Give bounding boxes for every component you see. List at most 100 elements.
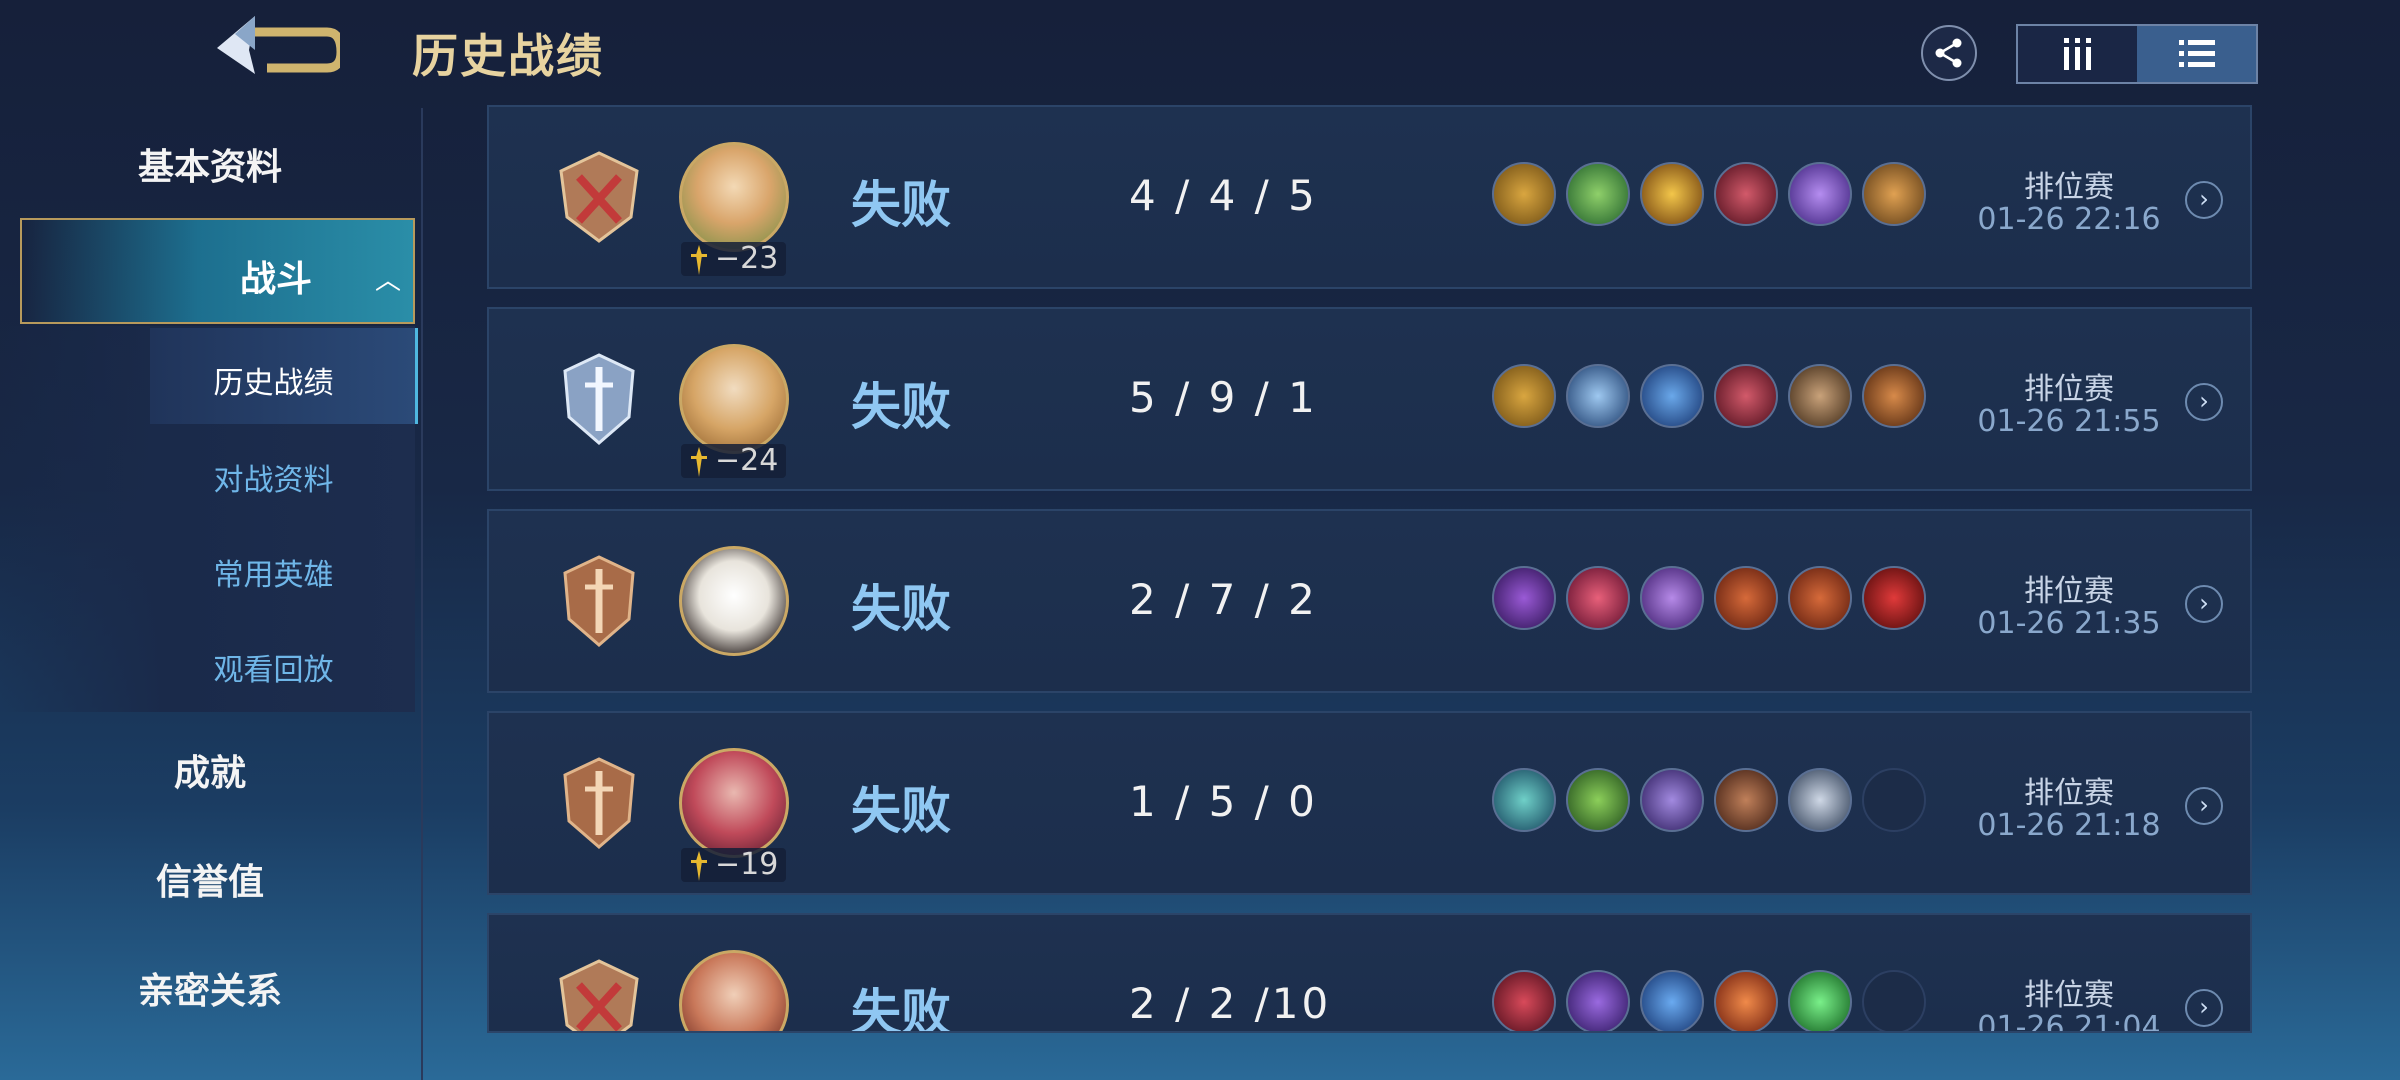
match-row[interactable]: −19 失败 1 / 5 / 0 排位赛 01-26 21:18 › bbox=[487, 711, 2252, 895]
boots-item-icon bbox=[1492, 364, 1556, 428]
green-sword-item-icon bbox=[1566, 162, 1630, 226]
match-mode: 排位赛 bbox=[2024, 978, 2114, 1013]
flame-item-icon bbox=[1714, 970, 1778, 1031]
item-list bbox=[1492, 768, 1926, 832]
match-time: 01-26 22:16 bbox=[1977, 202, 2161, 237]
list-view-button[interactable] bbox=[2137, 26, 2256, 82]
axe-item-icon bbox=[1862, 364, 1926, 428]
sidebar-item-intimate[interactable]: 亲密关系 bbox=[0, 962, 420, 1014]
view-toggle bbox=[2016, 24, 2258, 84]
sidebar-item-battle[interactable]: 战斗 ︿ bbox=[20, 218, 415, 324]
sidebar-item-battle-label: 战斗 bbox=[240, 259, 313, 300]
gold-dagger-item-icon bbox=[1640, 162, 1704, 226]
star-delta-value: −19 bbox=[715, 847, 779, 882]
grid-view-icon bbox=[2063, 38, 2091, 70]
back-arrow-icon bbox=[217, 16, 346, 74]
chevron-right-icon[interactable]: › bbox=[2185, 585, 2223, 623]
purple-boots-item-icon bbox=[1492, 566, 1556, 630]
hero-avatar bbox=[679, 142, 789, 252]
chevron-up-icon: ︿ bbox=[375, 266, 402, 296]
match-kda: 1 / 5 / 0 bbox=[1129, 777, 1318, 826]
hero-avatar bbox=[679, 546, 789, 656]
red-blade-item-icon bbox=[1714, 162, 1778, 226]
match-time: 01-26 21:04 bbox=[1977, 1010, 2161, 1033]
chevron-right-icon[interactable]: › bbox=[2185, 787, 2223, 825]
sidebar-subitem-heroes[interactable]: 常用英雄 bbox=[150, 550, 397, 594]
match-result: 失败 bbox=[851, 378, 951, 436]
match-mode: 排位赛 bbox=[2024, 574, 2114, 609]
match-kda: 5 / 9 / 1 bbox=[1129, 373, 1318, 422]
item-list bbox=[1492, 970, 1926, 1031]
match-result: 失败 bbox=[851, 580, 951, 638]
item-list bbox=[1492, 162, 1926, 226]
silver-spear-item-icon bbox=[1788, 768, 1852, 832]
empty-item-slot bbox=[1862, 768, 1926, 832]
match-mode: 排位赛 bbox=[2024, 170, 2114, 205]
star-delta-badge: −23 bbox=[681, 241, 787, 276]
hero-avatar bbox=[679, 748, 789, 858]
sidebar-subitem-replay[interactable]: 观看回放 bbox=[150, 645, 397, 689]
hero-avatar bbox=[679, 344, 789, 454]
match-row[interactable]: 失败 2 / 2 /10 排位赛 01-26 21:04 › bbox=[487, 913, 2252, 1033]
match-time: 01-26 21:55 bbox=[1977, 404, 2161, 439]
hero-avatar bbox=[679, 950, 789, 1031]
page-title: 历史战绩 bbox=[412, 29, 604, 83]
crescent-item-icon bbox=[1640, 364, 1704, 428]
star-delta-badge: −24 bbox=[681, 443, 787, 478]
red-blade-item-icon bbox=[1714, 364, 1778, 428]
match-kda: 2 / 2 /10 bbox=[1129, 979, 1332, 1028]
star-delta-value: −23 bbox=[715, 241, 779, 276]
red-helmet-item-icon bbox=[1566, 566, 1630, 630]
boots-item-icon bbox=[1492, 162, 1556, 226]
star-delta-value: −24 bbox=[715, 443, 779, 478]
match-row[interactable]: 失败 2 / 7 / 2 排位赛 01-26 21:35 › bbox=[487, 509, 2252, 693]
match-result: 失败 bbox=[851, 782, 951, 840]
red-orb-item-icon bbox=[1862, 566, 1926, 630]
sidebar-subitem-history[interactable]: 历史战绩 bbox=[150, 358, 397, 402]
match-mode: 排位赛 bbox=[2024, 776, 2114, 811]
chest-armor-item-icon bbox=[1788, 566, 1852, 630]
chevron-right-icon[interactable]: › bbox=[2185, 383, 2223, 421]
bronze-sword-badge-icon bbox=[563, 757, 635, 849]
sidebar-item-basic-info[interactable]: 基本资料 bbox=[0, 138, 420, 190]
match-row[interactable]: −23 失败 4 / 4 / 5 排位赛 01-26 22:16 › bbox=[487, 105, 2252, 289]
chevron-right-icon[interactable]: › bbox=[2185, 989, 2223, 1027]
match-time: 01-26 21:18 bbox=[1977, 808, 2161, 843]
star-sword-icon bbox=[691, 447, 707, 477]
match-row[interactable]: −24 失败 5 / 9 / 1 排位赛 01-26 21:55 › bbox=[487, 307, 2252, 491]
chest-armor-item-icon bbox=[1714, 566, 1778, 630]
star-sword-icon bbox=[691, 245, 707, 275]
match-kda: 4 / 4 / 5 bbox=[1129, 171, 1318, 220]
blue-blade-item-icon bbox=[1566, 364, 1630, 428]
silver-shield-badge-icon bbox=[563, 353, 635, 445]
match-time: 01-26 21:35 bbox=[1977, 606, 2161, 641]
chevron-right-icon[interactable]: › bbox=[2185, 181, 2223, 219]
share-button[interactable] bbox=[1921, 25, 1977, 81]
crossed-swords-badge-icon bbox=[559, 959, 639, 1031]
bronze-sword-item-icon bbox=[1862, 162, 1926, 226]
match-mode: 排位赛 bbox=[2024, 372, 2114, 407]
match-result: 失败 bbox=[851, 176, 951, 234]
item-list bbox=[1492, 364, 1926, 428]
purple-staff-item-icon bbox=[1640, 566, 1704, 630]
item-list bbox=[1492, 566, 1926, 630]
red-boots-item-icon bbox=[1492, 970, 1556, 1031]
brown-blade-item-icon bbox=[1714, 768, 1778, 832]
green-dagger-item-icon bbox=[1566, 768, 1630, 832]
sidebar-item-achievement[interactable]: 成就 bbox=[0, 744, 420, 796]
share-icon bbox=[1935, 38, 1962, 68]
star-delta-badge: −19 bbox=[681, 847, 787, 882]
sidebar-item-credit[interactable]: 信誉值 bbox=[0, 853, 420, 905]
list-view-icon bbox=[2178, 40, 2215, 67]
back-button[interactable] bbox=[205, 10, 346, 90]
purple-book-item-icon bbox=[1566, 970, 1630, 1031]
sidebar-divider bbox=[421, 108, 423, 1080]
empty-item-slot bbox=[1862, 970, 1926, 1031]
purple-wing-item-icon bbox=[1788, 162, 1852, 226]
purple-shuriken-item-icon bbox=[1640, 768, 1704, 832]
teal-sword-item-icon bbox=[1492, 768, 1556, 832]
spear-item-icon bbox=[1788, 364, 1852, 428]
grid-view-button[interactable] bbox=[2018, 26, 2137, 82]
match-kda: 2 / 7 / 2 bbox=[1129, 575, 1318, 624]
sidebar-subitem-vs-info[interactable]: 对战资料 bbox=[150, 455, 397, 499]
